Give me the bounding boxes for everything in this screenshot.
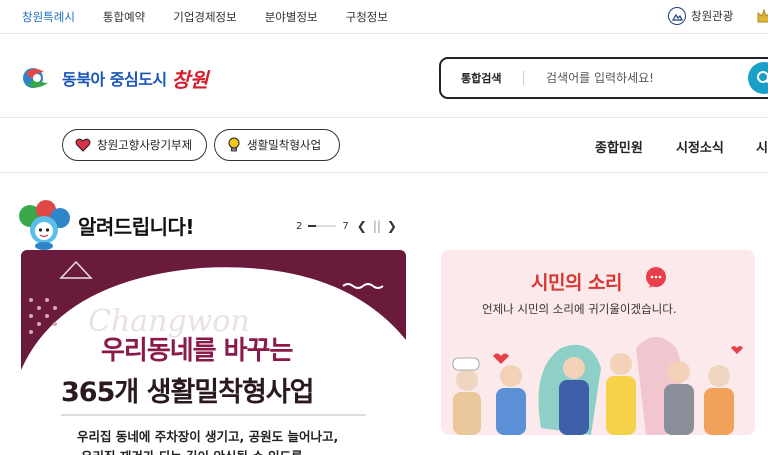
main-nav-row: 창원고향사랑기부제 생활밀착형사업 종합민원 시정소식 시 [0, 119, 768, 173]
hometown-donation-button[interactable]: 창원고향사랑기부제 [62, 129, 207, 161]
chevron-left-icon[interactable]: ❮ [357, 219, 367, 233]
integrated-search: 통합검색 [439, 57, 768, 99]
site-logo[interactable]: 동북아 중심도시 창원 [20, 63, 208, 93]
chevron-right-icon[interactable]: ❯ [387, 219, 397, 233]
pause-icon[interactable]: || [373, 219, 381, 233]
banner-body-2: 우리집 재건가 되는 길이 안심될 수 있도록 [81, 446, 303, 455]
top-utility-bar: 창원특례시 통합예약 기업경제정보 분야별정보 구청정보 창원관광 [0, 0, 768, 34]
tourism-label: 창원관광 [691, 9, 734, 23]
search-icon [757, 71, 768, 84]
pager-progress [308, 225, 337, 227]
topnav-item-field-info[interactable]: 분야별정보 [265, 9, 318, 25]
top-nav: 창원특례시 통합예약 기업경제정보 분야별정보 구청정보 [0, 0, 416, 33]
menu-city-news[interactable]: 시정소식 [676, 137, 724, 156]
hometown-donation-label: 창원고향사랑기부제 [97, 138, 193, 152]
lightbulb-icon [228, 137, 240, 152]
notice-pager: 2 7 ❮ || ❯ [296, 219, 397, 233]
banner-body-1: 우리집 동네에 주차장이 생기고, 공원도 늘어나고, [77, 429, 339, 444]
tourism-link[interactable]: 창원관광 [668, 7, 733, 25]
topnav-item-district[interactable]: 구청정보 [346, 9, 388, 25]
citizen-voice-card[interactable]: 시민의 소리 언제나 시민의 소리에 귀기울이겠습니다. [441, 250, 755, 435]
local-project-button[interactable]: 생활밀착형사업 [214, 129, 340, 161]
topnav-item-reservation[interactable]: 통합예약 [103, 9, 145, 25]
camera-icon [668, 7, 686, 25]
crown-icon[interactable] [756, 6, 768, 24]
logo-city: 창원 [171, 67, 209, 92]
voice-subtitle: 언제나 시민의 소리에 귀기울이겠습니다. [482, 302, 677, 316]
voice-title: 시민의 소리 [531, 272, 623, 294]
notice-header: 알려드립니다! [16, 200, 195, 250]
heart-icon [75, 138, 91, 152]
search-label: 통합검색 [461, 72, 502, 85]
notice-banner[interactable]: Changwon 우리동네를 바꾸는 365개 생활밀착형사업 우리집 동네에 … [21, 250, 406, 455]
menu-civil-service[interactable]: 종합민원 [595, 137, 643, 156]
search-divider [523, 71, 524, 85]
logo-slogan: 동북아 중심도시 [62, 70, 167, 89]
menu-more[interactable]: 시 [756, 137, 768, 156]
local-project-label: 생활밀착형사업 [247, 138, 322, 152]
banner-headline-2: 365개 생활밀착형사업 [61, 377, 314, 408]
topnav-item-changwon[interactable]: 창원특례시 [22, 9, 75, 25]
pager-total: 7 [342, 220, 349, 232]
search-input[interactable] [546, 71, 746, 85]
notice-title: 알려드립니다! [78, 214, 195, 239]
search-button[interactable] [748, 62, 768, 94]
citizens-illustration [452, 337, 743, 435]
mascot-icon [19, 200, 70, 250]
logo-mark [23, 68, 48, 88]
banner-headline-1: 우리동네를 바꾸는 [101, 336, 293, 366]
site-header: 동북아 중심도시 창원 통합검색 [0, 35, 768, 118]
chat-bubble-icon [646, 267, 666, 288]
pager-current: 2 [296, 220, 303, 232]
topnav-item-business[interactable]: 기업경제정보 [173, 9, 236, 25]
